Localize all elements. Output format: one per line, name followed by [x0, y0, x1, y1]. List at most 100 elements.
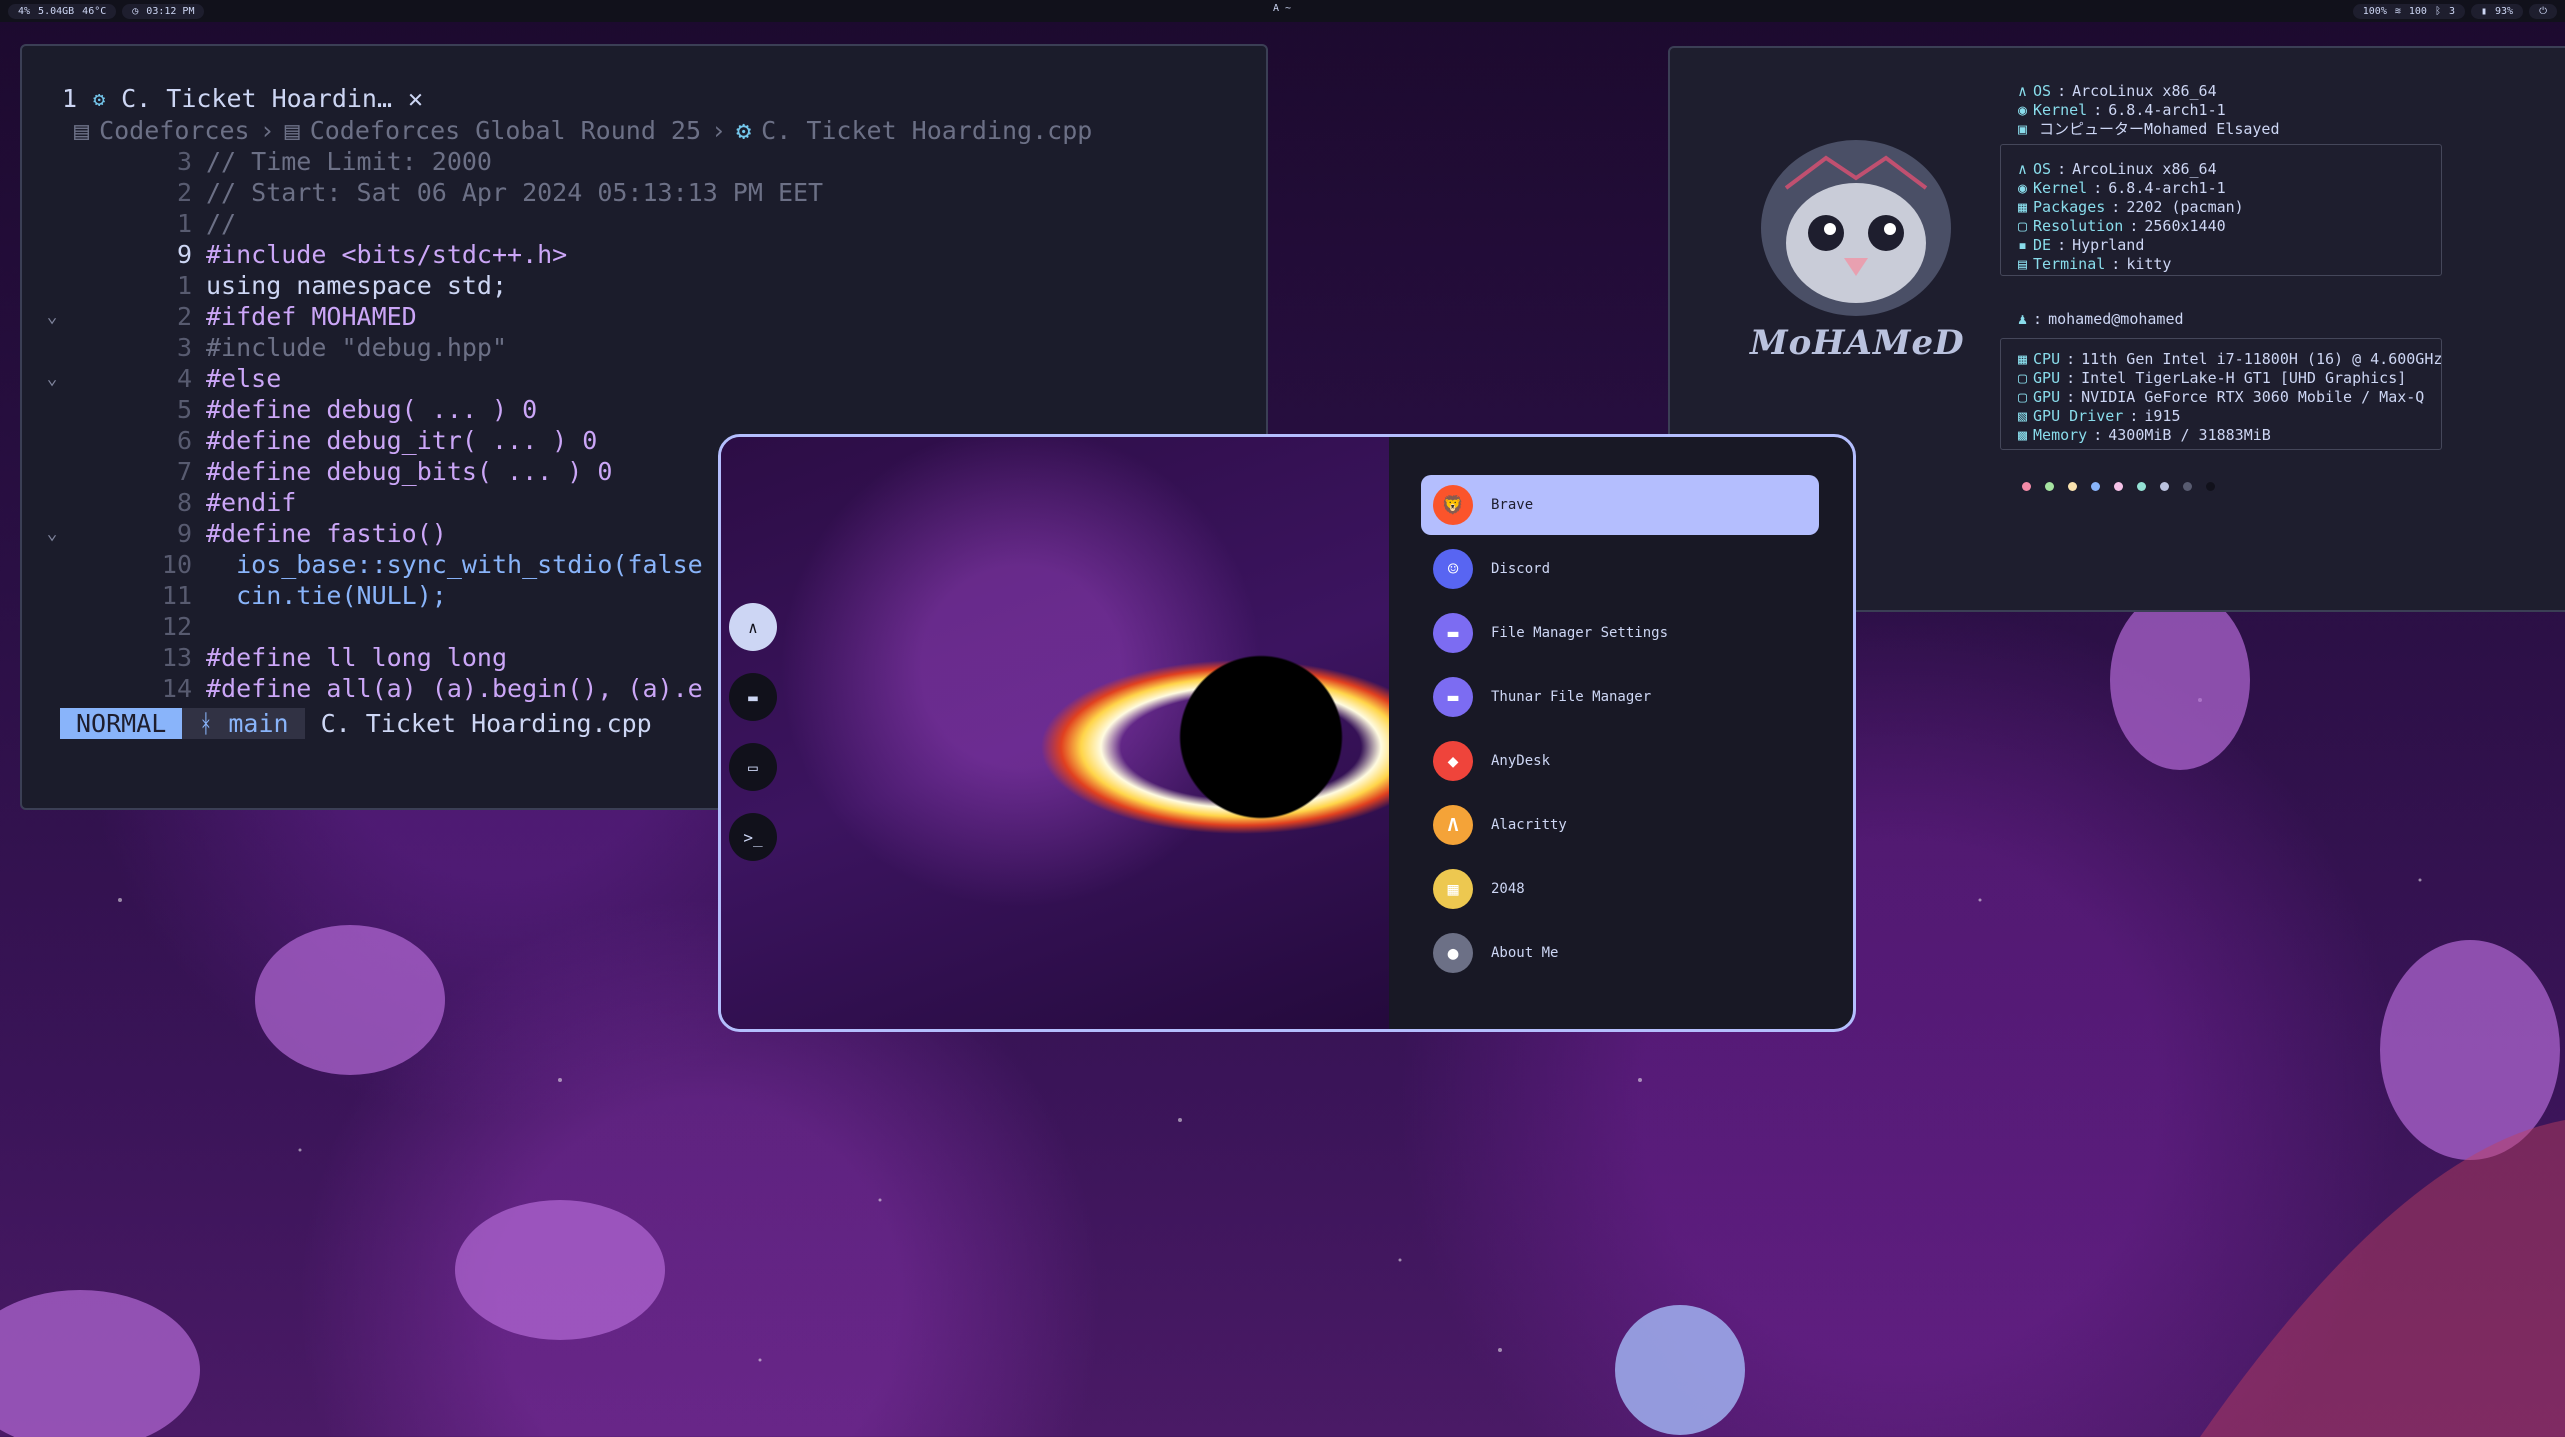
fetch-separator: :: [2093, 101, 2103, 119]
line-number: 2: [176, 178, 192, 207]
fold-gutter: [22, 456, 82, 487]
fetch-key: DE: [2033, 236, 2052, 254]
user-icon: ♟: [2018, 310, 2028, 328]
app-item[interactable]: ◆ AnyDesk: [1421, 731, 1819, 791]
fetch-row: ▩ Memory:4300MiB / 31883MiB: [2018, 426, 2442, 445]
breadcrumb-item[interactable]: Codeforces: [99, 116, 250, 145]
fetch-row: ▧ GPU Driver: i915: [2018, 407, 2442, 426]
code-text: #include "debug.hpp": [206, 333, 508, 362]
app-list: 🦁 Brave ☺ Discord ▬ File Manager Settings ▬ Thu…: [1421, 475, 1819, 987]
fold-gutter: [22, 208, 82, 239]
fold-gutter: [22, 332, 82, 363]
fold-gutter: [22, 394, 82, 425]
app-name: Discord: [1491, 561, 1551, 577]
vim-mode: NORMAL: [60, 708, 183, 739]
system-stats[interactable]: 4% 5.04GB 46°C: [8, 3, 117, 19]
fetch-value: 6.8.4-arch1-1: [2108, 179, 2226, 197]
app-item[interactable]: Λ Alacritty: [1421, 795, 1819, 855]
breadcrumb-separator-icon: ›: [711, 116, 727, 145]
code-text: #define all(a) (a).begin(), (a).e: [206, 674, 703, 703]
code-line[interactable]: 1 using namespace std;: [22, 270, 1266, 301]
tab-title[interactable]: C. Ticket Hoardin…: [121, 84, 392, 113]
fetch-key: Resolution: [2033, 217, 2124, 235]
terminal-icon[interactable]: >_: [729, 813, 777, 861]
code-text: #include <bits/stdc++.h>: [206, 240, 568, 269]
code-line[interactable]: 9 #include <bits/stdc++.h>: [22, 239, 1266, 270]
anydesk-icon: ◆: [1433, 741, 1473, 781]
app-item[interactable]: ▦ 2048: [1421, 859, 1819, 919]
fetch-key: Memory: [2033, 426, 2088, 444]
system-tray[interactable]: 100% ≋ 100 ᛒ 3: [2352, 3, 2465, 19]
app-item[interactable]: ☺ Discord: [1421, 539, 1819, 599]
fetch-row-icon: ◉: [2018, 101, 2028, 119]
line-number: 9: [176, 240, 192, 269]
memory-usage: 5.04GB: [38, 5, 75, 17]
fetch-row-icon: ▦: [2018, 350, 2028, 368]
line-number: 12: [161, 612, 192, 641]
code-line[interactable]: 1 //: [22, 208, 1266, 239]
code-line[interactable]: ⌄ 4 #else: [22, 363, 1266, 394]
temperature: 46°C: [82, 5, 107, 17]
fetch-value: 2560x1440: [2144, 217, 2226, 235]
workspace-indicator[interactable]: A ~: [1273, 3, 1291, 14]
thunar-icon: ▬: [1433, 677, 1473, 717]
fetch-value: 2202 (pacman): [2126, 198, 2244, 216]
code-line[interactable]: 2 // Start: Sat 06 Apr 2024 05:13:13 PM E…: [22, 177, 1266, 208]
tab-close-button[interactable]: ✕: [408, 84, 423, 113]
cpp-file-icon: ⚙: [93, 86, 106, 111]
fetch-row: ▤ Terminal: kitty: [2018, 255, 2244, 274]
app-item[interactable]: 🦁 Brave: [1421, 475, 1819, 535]
fold-chevron-icon[interactable]: ⌄: [22, 301, 82, 332]
fold-chevron-icon[interactable]: ⌄: [22, 363, 82, 394]
fetch-key: GPU Driver: [2033, 407, 2124, 425]
fetch-user: ♟: mohamed@mohamed: [2018, 310, 2184, 328]
code-text: #define debug_itr( ... ) 0: [206, 426, 598, 455]
fetch-separator: :: [2057, 160, 2067, 178]
folder-icon[interactable]: ▬: [729, 673, 777, 721]
fold-chevron-icon[interactable]: ⌄: [22, 518, 82, 549]
fetch-key: Packages: [2033, 198, 2106, 216]
app-item[interactable]: ● About Me: [1421, 923, 1819, 983]
fetch-separator: :: [2066, 350, 2076, 368]
app-item[interactable]: ▬ Thunar File Manager: [1421, 667, 1819, 727]
breadcrumb: ▤ Codeforces › ▤ Codeforces Global Round…: [74, 116, 1092, 145]
notification-count: 3: [2448, 5, 2455, 17]
launcher-wallpaper-preview: [721, 437, 1389, 1029]
fetch-value: i915: [2144, 407, 2181, 425]
app-item[interactable]: ▬ File Manager Settings: [1421, 603, 1819, 663]
code-line[interactable]: 3 #include "debug.hpp": [22, 332, 1266, 363]
fetch-row-icon: ◉: [2018, 179, 2028, 197]
status-line: NORMAL ᚼ main C. Ticket Hoarding.cpp: [60, 708, 668, 739]
line-number: 13: [161, 643, 192, 672]
window-icon[interactable]: ▭: [729, 743, 777, 791]
fold-gutter: [22, 580, 82, 611]
fetch-header: ∧ OS: ArcoLinux x86_64 ◉ Kernel:6.8.4-arch1-…: [2018, 82, 2280, 139]
app-name: Brave: [1491, 497, 1534, 513]
fetch-separator: :: [2057, 82, 2067, 100]
fetch-row-icon: ▤: [2018, 255, 2028, 273]
breadcrumb-item[interactable]: Codeforces Global Round 25: [310, 116, 701, 145]
tab-number: 1: [62, 84, 78, 113]
line-number: 1: [176, 271, 192, 300]
fetch-key: CPU: [2033, 350, 2061, 368]
code-line[interactable]: 3 // Time Limit: 2000: [22, 146, 1266, 177]
code-text: #endif: [206, 488, 297, 517]
fetch-value: ArcoLinux x86_64: [2072, 82, 2217, 100]
battery[interactable]: ▮ 93%: [2470, 3, 2524, 19]
folder-icon: ▤: [74, 116, 90, 145]
code-line[interactable]: ⌄ 2 #ifdef MOHAMED: [22, 301, 1266, 332]
fetch-row-icon: ∧: [2018, 160, 2028, 178]
fetch-row-icon: ▢: [2018, 369, 2028, 387]
code-text: // Time Limit: 2000: [206, 147, 492, 176]
launcher-mode-switcher: ∧ ▬ ▭ >_: [729, 603, 777, 861]
app-launcher-icon[interactable]: ∧: [729, 603, 777, 651]
code-line[interactable]: 5 #define debug( ... ) 0: [22, 394, 1266, 425]
clock[interactable]: ◷ 03:12 PM: [122, 3, 205, 19]
line-number: 5: [176, 395, 192, 424]
breadcrumb-item[interactable]: C. Ticket Hoarding.cpp: [761, 116, 1092, 145]
line-number: 1: [176, 209, 192, 238]
power-controls[interactable]: ⏻: [2529, 3, 2557, 19]
fold-gutter: [22, 642, 82, 673]
fetch-key: Kernel: [2033, 179, 2088, 197]
app-launcher[interactable]: ∧ ▬ ▭ >_ 🦁 Brave ☺ Discord ▬ File Manager Settin…: [718, 434, 1856, 1032]
